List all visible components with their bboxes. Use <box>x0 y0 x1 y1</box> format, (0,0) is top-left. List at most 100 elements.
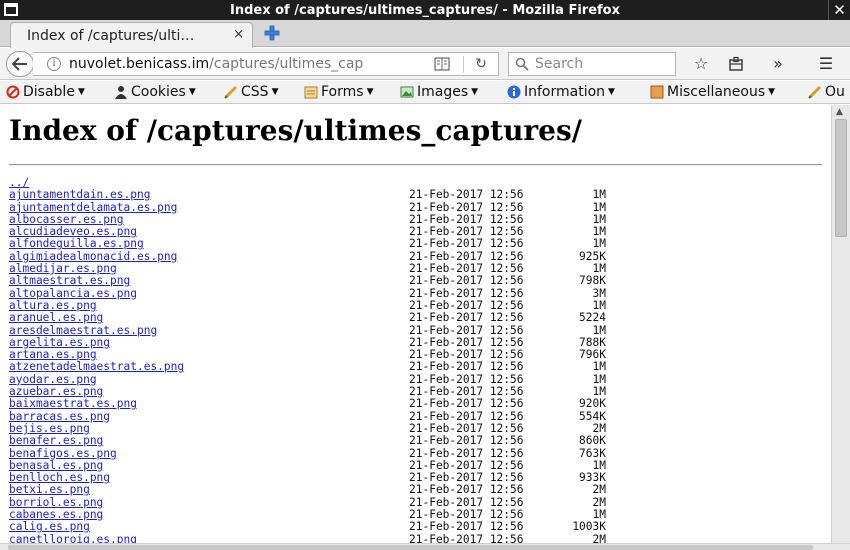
file-size: 2M <box>592 532 606 543</box>
devbar-css[interactable]: CSS ▼ <box>224 84 278 100</box>
devbar-disable[interactable]: Disable ▼ <box>6 84 85 100</box>
window-title-bar: Index of /captures/ultimes_captures/ - M… <box>0 0 850 20</box>
file-row: baixmaestrat.es.png 21-Feb-2017 12:56 920K <box>9 397 809 411</box>
file-size: 920K <box>579 397 606 411</box>
reload-icon[interactable]: ↻ <box>472 55 490 73</box>
file-row: benafer.es.png 21-Feb-2017 12:56 860K <box>9 434 809 448</box>
scroll-up-arrow-icon[interactable]: ▲ <box>836 107 843 117</box>
hamburger-menu-icon[interactable]: ☰ <box>816 54 836 74</box>
file-row: aresdelmaestrat.es.png 21-Feb-2017 12:56 1… <box>9 323 809 337</box>
chevron-down-icon: ▼ <box>471 87 479 97</box>
file-link[interactable]: benafer.es.png <box>9 434 103 447</box>
chevron-down-icon: ▼ <box>768 87 776 97</box>
file-date: 21-Feb-2017 12:56 <box>409 397 524 411</box>
devbar-information[interactable]: Information ▼ <box>507 84 615 100</box>
chevron-down-icon: ▼ <box>366 87 374 97</box>
file-size: 5224 <box>579 311 606 325</box>
devbar-css-label: CSS <box>241 84 269 100</box>
file-row: alfondeguilla.es.png 21-Feb-2017 12:56 1M <box>9 237 809 251</box>
devbar-forms[interactable]: Forms ▼ <box>304 84 373 100</box>
file-row: canetlloroig.es.png 21-Feb-2017 12:56 2M <box>9 532 809 543</box>
file-date: 21-Feb-2017 12:56 <box>409 434 524 448</box>
page-title: Index of /captures/ultimes_captures/ <box>9 114 582 147</box>
file-listing: ../ ajuntamentdain.es.png 21-Feb-2017 12:… <box>9 176 809 543</box>
file-link[interactable]: calig.es.png <box>9 521 90 534</box>
file-size: 1003K <box>572 520 606 534</box>
chevron-down-icon: ▼ <box>188 87 196 97</box>
new-tab-icon[interactable] <box>262 23 282 43</box>
file-date: 21-Feb-2017 12:56 <box>409 274 524 288</box>
tab-strip: Index of /captures/ulti… × <box>0 20 850 48</box>
file-link[interactable]: altmaestrat.es.png <box>9 275 130 288</box>
horizontal-scrollbar[interactable] <box>0 543 850 550</box>
file-date: 21-Feb-2017 12:56 <box>409 360 524 374</box>
file-row: benafigos.es.png 21-Feb-2017 12:56 763K <box>9 446 809 460</box>
devbar-miscellaneous-label: Miscellaneous <box>667 84 766 100</box>
miscellaneous-icon <box>650 85 664 99</box>
window-title: Index of /captures/ultimes_captures/ - M… <box>230 2 620 18</box>
devbar-information-label: Information <box>524 84 606 100</box>
devbar-outline-label: Ou <box>825 84 845 100</box>
file-date: 21-Feb-2017 12:56 <box>409 311 524 325</box>
bookmark-star-icon[interactable]: ☆ <box>691 54 711 74</box>
disable-icon <box>6 85 20 99</box>
devbar-cookies-label: Cookies <box>131 84 186 100</box>
devbar-miscellaneous[interactable]: Miscellaneous ▼ <box>650 84 775 100</box>
url-bar[interactable]: i nuvolet.benicass.im /captures/ultimes_… <box>33 52 499 76</box>
devbar-images-label: Images <box>417 84 469 100</box>
chevron-down-icon: ▼ <box>608 87 615 97</box>
devbar-images[interactable]: Images ▼ <box>400 84 478 100</box>
file-link[interactable]: ajuntamentdain.es.png <box>9 188 150 201</box>
search-placeholder: Search <box>535 56 584 72</box>
file-row: aranuel.es.png 21-Feb-2017 12:56 5224 <box>9 311 809 325</box>
vertical-scrollbar-thumb[interactable] <box>835 119 847 237</box>
tab-active[interactable]: Index of /captures/ulti… × <box>10 22 253 48</box>
url-host: nuvolet.benicass.im <box>69 56 210 72</box>
css-icon <box>224 85 238 99</box>
file-size: 1M <box>592 360 606 374</box>
reader-view-icon[interactable] <box>434 57 450 71</box>
web-developer-toolbar: Disable ▼ Cookies ▼ CSS ▼ Forms ▼ Images ▼ In… <box>0 81 850 104</box>
devbar-forms-label: Forms <box>321 84 364 100</box>
back-arrow-icon <box>12 57 27 71</box>
url-path: /captures/ultimes_cap <box>209 56 364 72</box>
horizontal-scrollbar-thumb[interactable] <box>8 545 813 550</box>
file-link[interactable]: benafigos.es.png <box>9 447 117 460</box>
vertical-scrollbar[interactable]: ▲ <box>831 105 850 543</box>
overflow-chevron-icon[interactable]: » <box>768 54 788 74</box>
horizontal-rule <box>9 164 822 166</box>
devbar-disable-label: Disable <box>23 84 75 100</box>
window-close-icon[interactable]: ✕ <box>828 0 850 20</box>
window-menu-icon[interactable] <box>4 3 18 16</box>
file-row: atzenetadelmaestrat.es.png 21-Feb-2017 12… <box>9 360 809 374</box>
file-date: 21-Feb-2017 12:56 <box>409 323 524 337</box>
file-link[interactable]: betxi.es.png <box>9 484 90 497</box>
file-link[interactable]: aranuel.es.png <box>9 311 103 324</box>
search-input[interactable]: Search <box>508 52 676 76</box>
devbar-outline[interactable]: Ou <box>808 84 845 100</box>
information-icon <box>507 85 521 99</box>
bookmarks-list-icon[interactable] <box>726 54 746 74</box>
file-size: 763K <box>579 446 606 460</box>
file-size: 1M <box>592 323 606 337</box>
file-link[interactable]: atzenetadelmaestrat.es.png <box>9 361 184 374</box>
file-date: 21-Feb-2017 12:56 <box>409 483 524 497</box>
file-date: 21-Feb-2017 12:56 <box>409 188 524 202</box>
tab-title: Index of /captures/ulti… <box>27 27 195 44</box>
file-size: 798K <box>579 274 606 288</box>
file-link[interactable]: baixmaestrat.es.png <box>9 398 137 411</box>
file-link[interactable]: alfondeguilla.es.png <box>9 238 144 251</box>
tab-close-icon[interactable]: × <box>233 27 244 42</box>
file-date: 21-Feb-2017 12:56 <box>409 237 524 251</box>
file-link[interactable]: canetlloroig.es.png <box>9 533 137 543</box>
file-date: 21-Feb-2017 12:56 <box>409 520 524 534</box>
file-date: 21-Feb-2017 12:56 <box>409 532 524 543</box>
chevron-down-icon: ▼ <box>271 87 279 97</box>
file-link[interactable]: aresdelmaestrat.es.png <box>9 324 157 337</box>
devbar-cookies[interactable]: Cookies ▼ <box>114 84 196 100</box>
chevron-down-icon: ▼ <box>77 87 85 97</box>
file-date: 21-Feb-2017 12:56 <box>409 446 524 460</box>
back-button[interactable] <box>6 51 34 77</box>
file-size: 1M <box>592 237 606 251</box>
site-info-icon[interactable]: i <box>47 57 61 71</box>
